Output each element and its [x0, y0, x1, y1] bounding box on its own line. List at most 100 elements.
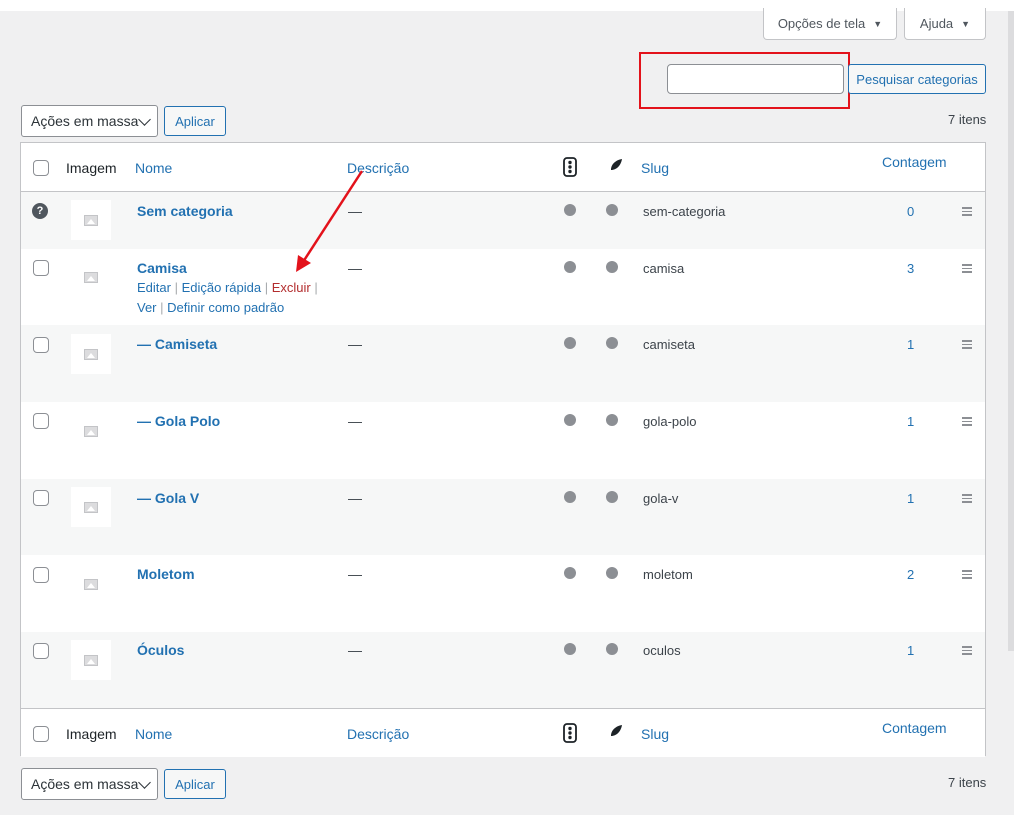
- item-count-top: 7 itens: [948, 112, 987, 127]
- category-description: —: [348, 203, 362, 219]
- make-default-link[interactable]: Definir como padrão: [167, 300, 284, 315]
- status-dot: [564, 567, 576, 579]
- image-placeholder-icon: [71, 334, 111, 374]
- column-name[interactable]: Nome: [135, 160, 172, 176]
- category-slug: moletom: [643, 567, 693, 582]
- status-dot: [564, 414, 576, 426]
- status-dot: [606, 643, 618, 655]
- status-dot: [564, 261, 576, 273]
- view-link[interactable]: Ver: [137, 300, 157, 315]
- item-count-bottom: 7 itens: [948, 775, 987, 790]
- category-name-link[interactable]: Moletom: [137, 566, 195, 582]
- status-dot: [564, 643, 576, 655]
- edit-link[interactable]: Editar: [137, 280, 171, 295]
- chevron-down-icon: [138, 776, 151, 789]
- drag-handle-icon[interactable]: [962, 264, 972, 275]
- help-button[interactable]: Ajuda ▼: [904, 8, 986, 40]
- category-name-link[interactable]: — Gola Polo: [137, 413, 220, 429]
- row-checkbox[interactable]: [33, 413, 49, 429]
- category-slug: gola-polo: [643, 414, 697, 429]
- column-description[interactable]: Descrição: [347, 726, 409, 742]
- category-description: —: [348, 336, 362, 352]
- traffic-light-icon: [563, 723, 577, 743]
- drag-handle-icon[interactable]: [962, 494, 972, 505]
- row-checkbox[interactable]: [33, 337, 49, 353]
- image-placeholder-icon: [71, 487, 111, 527]
- screen-options-button[interactable]: Opções de tela ▼: [763, 8, 897, 40]
- column-description[interactable]: Descrição: [347, 160, 409, 176]
- apply-button-bottom[interactable]: Aplicar: [164, 769, 226, 799]
- caret-down-icon: ▼: [961, 18, 971, 29]
- category-slug: sem-categoria: [643, 204, 726, 219]
- category-count-link[interactable]: 1: [907, 414, 914, 429]
- category-name-link[interactable]: — Gola V: [137, 490, 199, 506]
- drag-handle-icon[interactable]: [962, 340, 972, 351]
- table-row: — Gola Polo — gola-polo 1: [21, 402, 985, 479]
- column-slug[interactable]: Slug: [641, 726, 669, 742]
- status-dot: [606, 567, 618, 579]
- category-description: —: [348, 260, 362, 276]
- category-description: —: [348, 642, 362, 658]
- status-dot: [606, 337, 618, 349]
- apply-button-top[interactable]: Aplicar: [164, 106, 226, 136]
- row-checkbox[interactable]: [33, 490, 49, 506]
- row-checkbox[interactable]: [33, 643, 49, 659]
- category-count-link[interactable]: 3: [907, 261, 914, 276]
- column-image: Imagem: [66, 726, 117, 742]
- delete-link[interactable]: Excluir: [272, 280, 311, 295]
- image-placeholder-icon: [71, 564, 111, 604]
- status-dot: [564, 491, 576, 503]
- table-footer: Imagem Nome Descrição Slug Contagem: [21, 708, 985, 757]
- drag-handle-icon[interactable]: [962, 570, 972, 581]
- bulk-actions-select-bottom[interactable]: Ações em massa: [21, 768, 158, 800]
- category-name-link[interactable]: — Camiseta: [137, 336, 217, 352]
- category-description: —: [348, 566, 362, 582]
- drag-handle-icon[interactable]: [962, 417, 972, 428]
- category-count-link[interactable]: 0: [907, 204, 914, 219]
- column-count[interactable]: Contagem: [882, 154, 947, 170]
- feather-icon: [607, 725, 622, 741]
- search-highlight-annotation: [639, 52, 850, 109]
- select-all-checkbox[interactable]: [33, 160, 49, 176]
- status-dot: [606, 204, 618, 216]
- category-slug: camiseta: [643, 337, 696, 352]
- drag-handle-icon[interactable]: [962, 207, 972, 218]
- table-row: — Camiseta — camiseta 1: [21, 325, 985, 402]
- quick-edit-link[interactable]: Edição rápida: [182, 280, 262, 295]
- status-dot: [606, 491, 618, 503]
- table-header: Imagem Nome Descrição Slug Contagem: [21, 143, 985, 192]
- categories-table: Imagem Nome Descrição Slug Contagem ? Se…: [20, 142, 986, 757]
- image-placeholder-icon: [71, 411, 111, 451]
- status-dot: [564, 204, 576, 216]
- drag-handle-icon[interactable]: [962, 646, 972, 657]
- traffic-light-icon: [563, 157, 577, 177]
- category-count-link[interactable]: 1: [907, 643, 914, 658]
- row-checkbox[interactable]: [33, 567, 49, 583]
- category-name-link[interactable]: Óculos: [137, 642, 184, 658]
- table-row: Moletom — moletom 2: [21, 555, 985, 632]
- page-scrollbar[interactable]: [1008, 11, 1014, 651]
- search-categories-button[interactable]: Pesquisar categorias: [848, 64, 986, 94]
- question-mark-icon: ?: [32, 203, 48, 219]
- category-count-link[interactable]: 1: [907, 337, 914, 352]
- category-name-link[interactable]: Sem categoria: [137, 203, 233, 219]
- help-label: Ajuda: [919, 16, 954, 31]
- image-placeholder-icon: [71, 640, 111, 680]
- select-all-checkbox-bottom[interactable]: [33, 726, 49, 742]
- category-name-link[interactable]: Camisa: [137, 260, 187, 276]
- screen-options-label: Opções de tela: [777, 16, 866, 31]
- image-placeholder-icon: [71, 257, 111, 297]
- column-count[interactable]: Contagem: [882, 720, 947, 736]
- category-count-link[interactable]: 1: [907, 491, 914, 506]
- table-row: — Gola V — gola-v 1: [21, 479, 985, 555]
- row-checkbox[interactable]: [33, 260, 49, 276]
- category-slug: gola-v: [643, 491, 679, 506]
- column-slug[interactable]: Slug: [641, 160, 669, 176]
- bulk-actions-select-top[interactable]: Ações em massa: [21, 105, 158, 137]
- column-name[interactable]: Nome: [135, 726, 172, 742]
- row-actions: Editar | Edição rápida | Excluir | Ver |…: [137, 278, 327, 318]
- table-row: Camisa Editar | Edição rápida | Excluir …: [21, 249, 985, 325]
- image-placeholder-icon: [71, 200, 111, 240]
- status-dot: [606, 414, 618, 426]
- category-count-link[interactable]: 2: [907, 567, 914, 582]
